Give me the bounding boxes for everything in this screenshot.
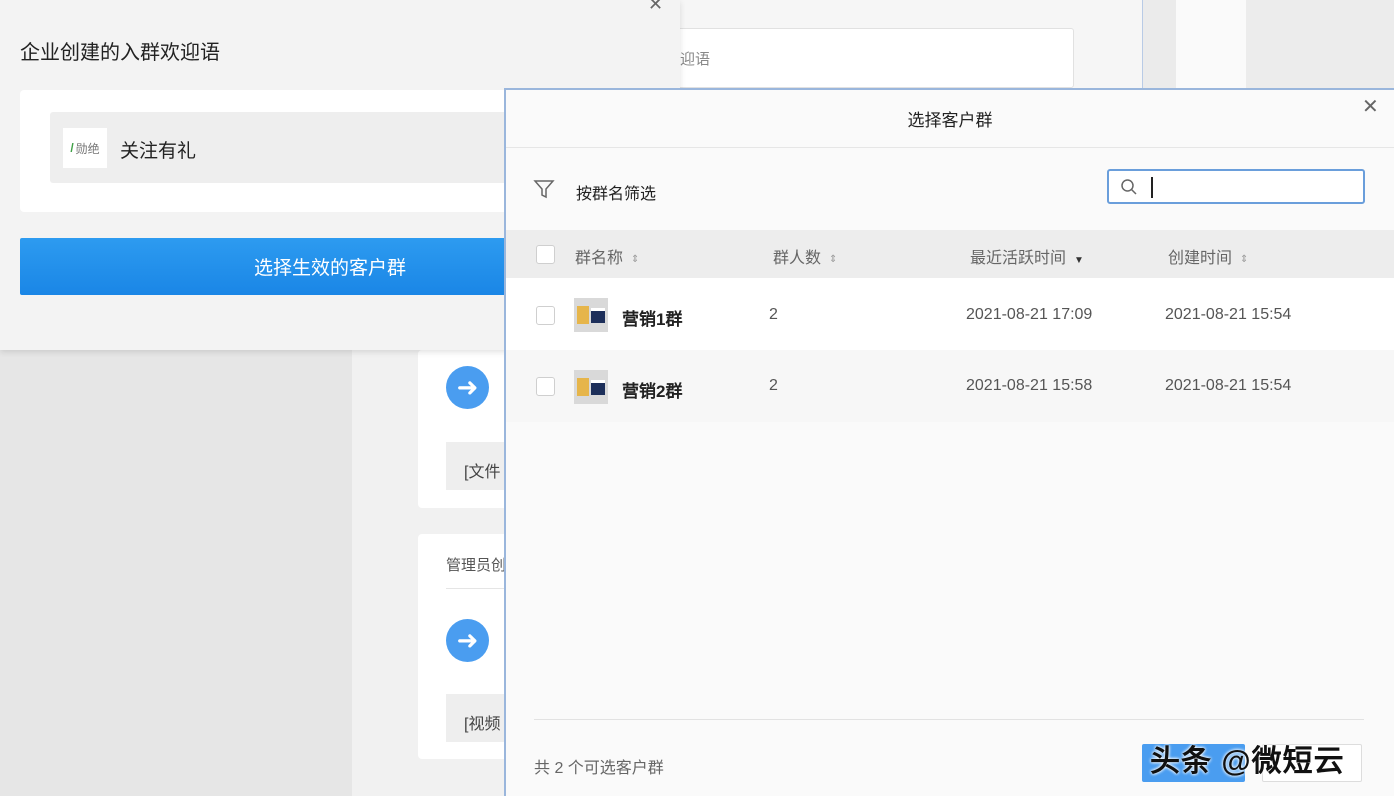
modal-title: 选择客户群: [907, 111, 993, 130]
created-time: 2021-08-21 15:54: [1165, 306, 1292, 323]
item-thumbnail: / 勋绝: [63, 128, 107, 168]
filter-icon: [533, 180, 555, 199]
group-name: 营销2群: [622, 382, 683, 401]
avatar-part: [577, 306, 589, 324]
row-checkbox[interactable]: [536, 377, 555, 396]
background-panel-left: [0, 350, 352, 796]
group-member-count: 2: [769, 306, 778, 323]
admin-created-label: 管理员创: [446, 557, 506, 574]
divider: [446, 588, 506, 589]
search-input[interactable]: [1148, 172, 1353, 201]
video-attachment-box: [视频: [446, 694, 506, 742]
last-active-time: 2021-08-21 15:58: [966, 377, 1093, 394]
group-name: 营销1群: [622, 310, 683, 329]
last-active-time: 2021-08-21 17:09: [966, 306, 1093, 323]
search-icon: [1121, 179, 1137, 195]
column-header-created[interactable]: 创建时间 ⇕: [1168, 244, 1248, 268]
column-header-count[interactable]: 群人数 ⇕: [773, 244, 837, 268]
file-attachment-box: [文件: [446, 442, 506, 490]
avatar-part: [577, 378, 589, 396]
avatar-part: [591, 379, 605, 395]
select-groups-button[interactable]: 选择生效的客户群: [20, 238, 540, 295]
avatar-part: [591, 307, 605, 323]
sort-icon: ⇕: [1240, 254, 1249, 265]
select-groups-button-label: 选择生效的客户群: [253, 258, 406, 279]
sort-down-icon: ▼: [1074, 255, 1084, 266]
arrow-right-icon: ➜: [446, 366, 489, 409]
close-icon[interactable]: ✕: [648, 0, 663, 15]
sort-icon: ⇕: [631, 254, 640, 265]
text-cursor: [1151, 177, 1153, 198]
page-title: 企业创建的入群欢迎语: [20, 42, 220, 64]
background-input: [674, 28, 1074, 88]
arrow-right-icon: ➜: [446, 619, 489, 662]
group-avatar: [574, 370, 608, 404]
column-header-name[interactable]: 群名称 ⇕: [575, 244, 639, 268]
available-groups-count: 共 2 个可选客户群: [534, 760, 664, 777]
leaf-icon: /: [70, 141, 74, 155]
sort-icon: ⇕: [829, 254, 838, 265]
column-header-last-active[interactable]: 最近活跃时间 ▼: [970, 244, 1084, 268]
close-icon[interactable]: ✕: [1362, 94, 1379, 119]
divider: [534, 719, 1364, 720]
group-member-count: 2: [769, 377, 778, 394]
row-checkbox[interactable]: [536, 306, 555, 325]
thumbnail-text: 勋绝: [75, 141, 100, 156]
background-input-text: 迎语: [680, 51, 711, 68]
background-strip: [1176, 0, 1246, 90]
created-time: 2021-08-21 15:54: [1165, 377, 1292, 394]
background-far-right: [1246, 0, 1394, 90]
filter-label: 按群名筛选: [576, 186, 657, 203]
item-title: 关注有礼: [120, 141, 197, 162]
select-all-checkbox[interactable]: [536, 245, 555, 264]
watermark: 头条 @微短云: [1150, 745, 1345, 778]
group-avatar: [574, 298, 608, 332]
